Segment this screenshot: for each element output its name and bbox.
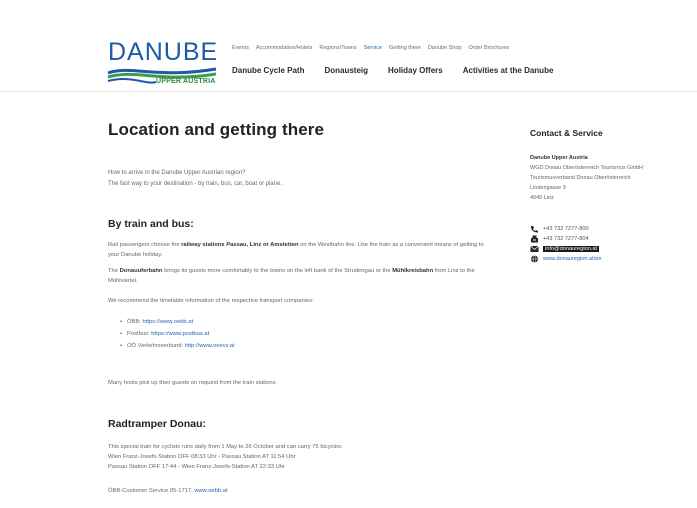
fax-number: +43 732 7277-804 bbox=[543, 236, 589, 242]
mainnav-donausteig[interactable]: Donausteig bbox=[324, 66, 368, 75]
globe-icon bbox=[531, 255, 538, 263]
topnav-regions[interactable]: Regions/Towns bbox=[319, 45, 356, 51]
train-paragraph-3: We recommend the timetable information o… bbox=[108, 298, 314, 304]
danube-logo[interactable]: DANUBE UPPER AUSTRIA bbox=[106, 38, 218, 90]
train-paragraph-1: Rail passengers choose the railway stati… bbox=[108, 242, 484, 258]
mainnav-cycle-path[interactable]: Danube Cycle Path bbox=[232, 66, 304, 75]
radtramper-line-3: Passau Station OFF 17:44 - Wien Franz-Jo… bbox=[108, 464, 285, 470]
org-line-1: WGD Donau Oberösterreich Tourismus GmbH bbox=[530, 165, 643, 171]
org-line-4: 4040 Linz bbox=[530, 195, 554, 201]
intro-text: How to arrive in the Danube Upper Austri… bbox=[108, 168, 488, 190]
org-line-3: Lindengasse 9 bbox=[530, 185, 566, 191]
web-row[interactable]: www.donauregion.at/en bbox=[530, 255, 601, 263]
mainnav-holiday-offers[interactable]: Holiday Offers bbox=[388, 66, 443, 75]
site-header: DANUBE UPPER AUSTRIA Events Accommodatio… bbox=[0, 0, 697, 92]
page-title: Location and getting there bbox=[108, 120, 325, 139]
organisation-address: Danube Upper Austria WGD Donau Oberöster… bbox=[530, 153, 690, 203]
sidebar-title: Contact & Service bbox=[530, 128, 603, 138]
train-paragraph-4: Many hosts pick up their guests on reque… bbox=[108, 380, 278, 386]
list-item: Postbus: https://www.postbus.at bbox=[120, 328, 235, 340]
topnav-accommodation[interactable]: Accommodation/Hotels bbox=[256, 45, 313, 51]
topnav-getting-there[interactable]: Getting there bbox=[389, 45, 421, 51]
radtramper-line-1: This special train for cyclists runs dai… bbox=[108, 444, 343, 450]
org-line-2: Tourismusverband Donau Oberösterreich bbox=[530, 175, 631, 181]
topnav-shop[interactable]: Danube Shop bbox=[428, 45, 462, 51]
radtramper-heading: Radtramper Donau: bbox=[108, 418, 207, 430]
list-item: OÖ Verkehrsverbund: http://www.ooevv.at bbox=[120, 340, 235, 352]
fax-row: +43 732 7277-804 bbox=[530, 235, 589, 243]
envelope-icon bbox=[530, 245, 539, 252]
fax-icon bbox=[531, 235, 538, 243]
radtramper-line-2: Wien Franz-Josefs-Station OFF 08:33 Uhr … bbox=[108, 454, 296, 460]
top-navigation: Events Accommodation/Hotels Regions/Town… bbox=[232, 45, 509, 51]
phone-number: +43 732 7277-800 bbox=[543, 226, 589, 232]
transport-links-list: ÖBB: https://www.oebb.at Postbus: https:… bbox=[120, 316, 235, 352]
topnav-events[interactable]: Events bbox=[232, 45, 249, 51]
contact-sidebar: Contact & Service Danube Upper Austria W… bbox=[530, 128, 695, 263]
logo-subtitle: UPPER AUSTRIA bbox=[156, 78, 216, 85]
email-link[interactable]: info@donauregion.at bbox=[543, 246, 600, 252]
phone-row[interactable]: +43 732 7277-800 bbox=[530, 225, 589, 233]
postbus-link[interactable]: https://www.postbus.at bbox=[151, 331, 209, 337]
train-heading: By train and bus: bbox=[108, 218, 194, 230]
main-navigation: Danube Cycle Path Donausteig Holiday Off… bbox=[232, 66, 553, 75]
oebb-service-link[interactable]: www.oebb.at bbox=[194, 488, 227, 494]
website-link[interactable]: www.donauregion.at/en bbox=[543, 256, 601, 262]
email-row[interactable]: info@donauregion.at bbox=[530, 245, 600, 253]
ooevv-link[interactable]: http://www.ooevv.at bbox=[185, 343, 235, 349]
railway-stations: railway stations Passau, Linz or Amstett… bbox=[181, 242, 299, 248]
customer-service-line: ÖBB-Customer Service 05-1717, www.oebb.a… bbox=[108, 488, 228, 494]
org-name: Danube Upper Austria bbox=[530, 155, 588, 161]
intro-line-2: The fast way to your destination - by tr… bbox=[108, 181, 283, 187]
intro-line-1: How to arrive in the Danube Upper Austri… bbox=[108, 170, 246, 176]
radtramper-text: This special train for cyclists runs dai… bbox=[108, 442, 488, 472]
oebb-link[interactable]: https://www.oebb.at bbox=[143, 319, 194, 325]
mainnav-activities[interactable]: Activities at the Danube bbox=[463, 66, 554, 75]
topnav-brochures[interactable]: Order Brochures bbox=[468, 45, 509, 51]
main-content: Location and getting there How to arrive… bbox=[108, 120, 488, 494]
logo-wordmark: DANUBE bbox=[108, 38, 219, 66]
train-paragraph-2: The Donauuferbahn brings its guests more… bbox=[108, 268, 475, 284]
topnav-service[interactable]: Service bbox=[364, 45, 382, 51]
list-item: ÖBB: https://www.oebb.at bbox=[120, 316, 235, 328]
phone-icon bbox=[530, 226, 538, 233]
